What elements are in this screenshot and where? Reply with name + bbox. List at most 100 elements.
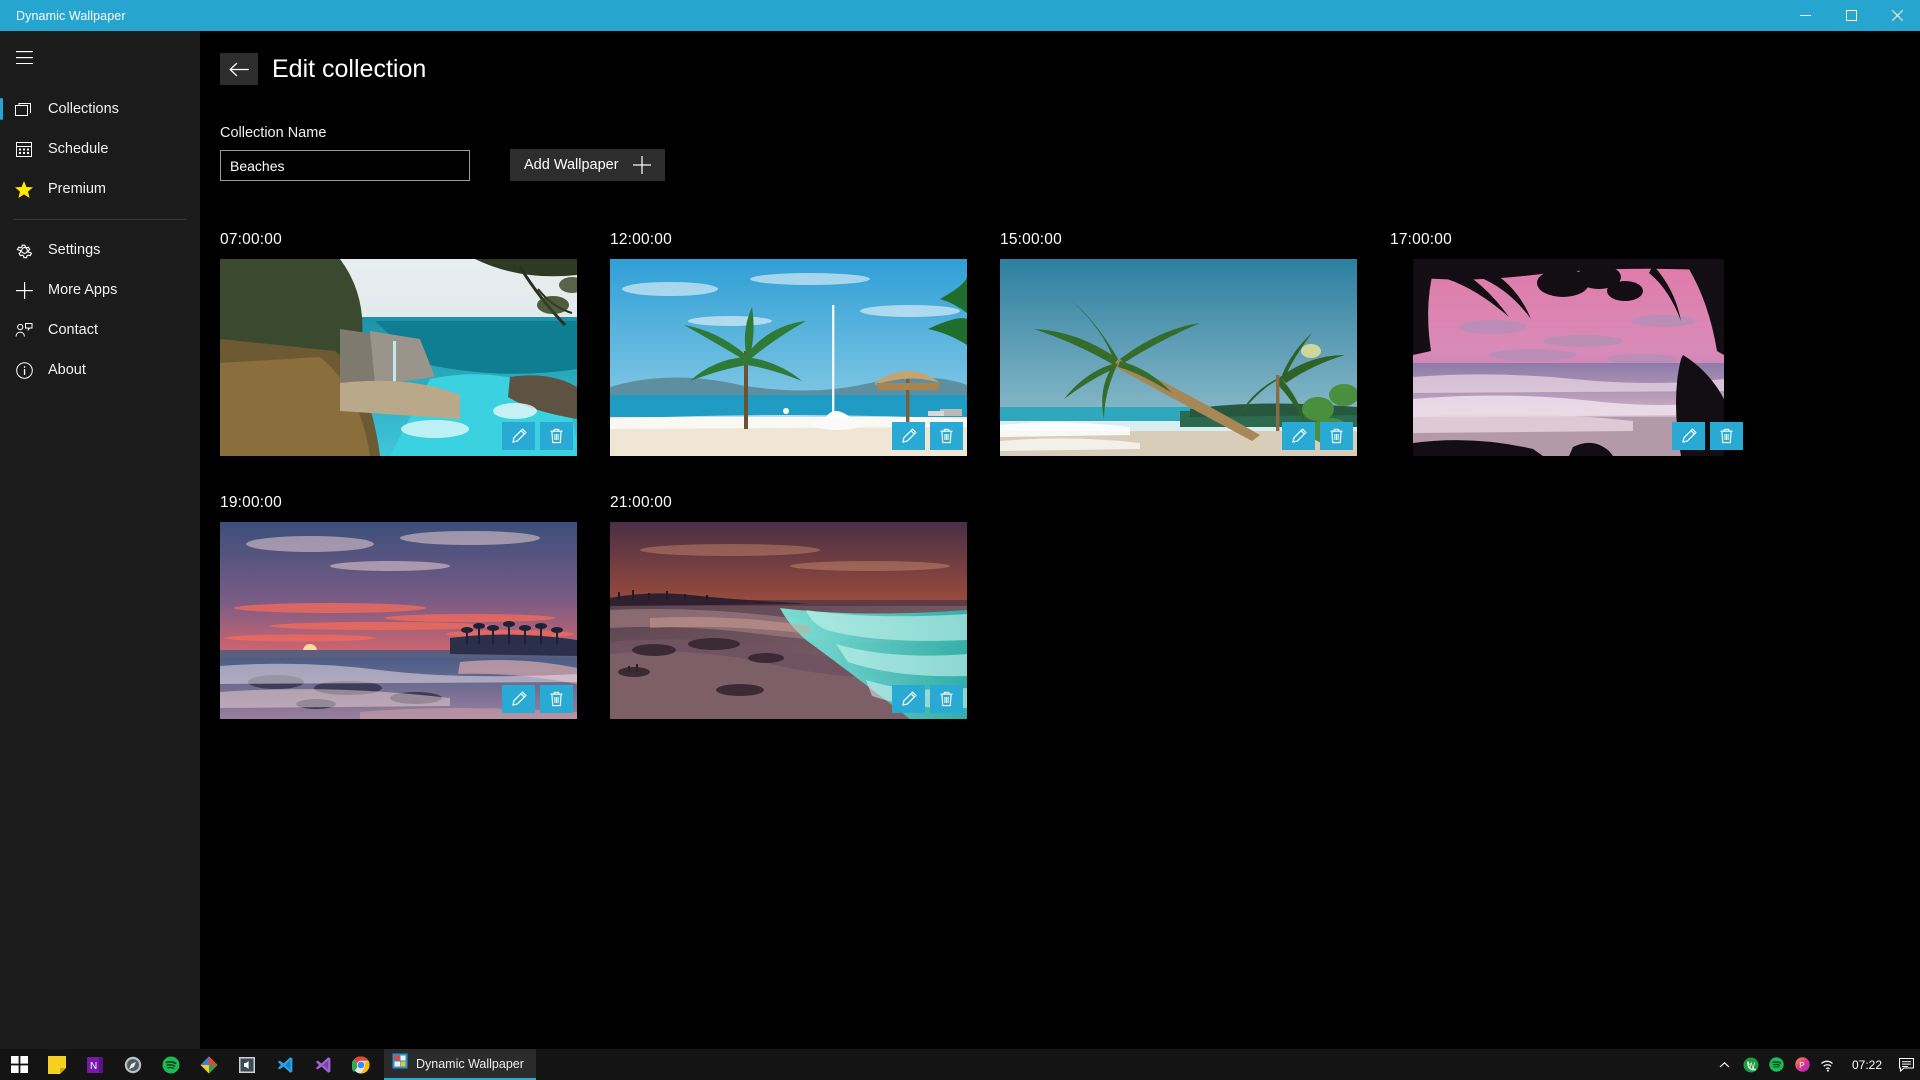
selection-indicator	[0, 98, 3, 120]
sidebar-item-label: Contact	[48, 322, 98, 338]
window-controls	[1782, 0, 1920, 31]
wallpaper-card[interactable]: 19:00:00	[220, 494, 610, 719]
sidebar-item-label: About	[48, 362, 86, 378]
pencil-icon[interactable]	[1672, 422, 1705, 450]
pencil-icon[interactable]	[892, 685, 925, 713]
wallpaper-thumbnail-wrap	[1000, 259, 1357, 456]
wallpaper-card-actions	[502, 422, 573, 450]
sidebar-item-label: Premium	[48, 181, 106, 197]
window-title: Dynamic Wallpaper	[16, 9, 126, 23]
trash-icon[interactable]	[540, 422, 573, 450]
sidebar: Collections Schedule Premium	[0, 31, 200, 1049]
onenote-icon[interactable]: N	[76, 1049, 114, 1080]
whatsapp-tray-icon[interactable]: W	[1738, 1049, 1764, 1080]
sidebar-divider	[14, 219, 186, 220]
system-tray: W P	[1712, 1049, 1920, 1080]
chrome-icon[interactable]	[342, 1049, 380, 1080]
chevron-up-icon[interactable]	[1712, 1049, 1738, 1080]
wallpaper-card[interactable]: 17:00:00	[1390, 231, 1780, 456]
info-icon	[0, 362, 48, 379]
pencil-icon[interactable]	[502, 422, 535, 450]
star-icon	[0, 181, 48, 198]
sidebar-item-more-apps[interactable]: More Apps	[0, 270, 200, 310]
wallpaper-time: 21:00:00	[610, 494, 1000, 512]
photos-tray-icon[interactable]: P	[1790, 1049, 1816, 1080]
wallpaper-card[interactable]: 07:00:00	[220, 231, 610, 456]
visual-studio-icon[interactable]	[304, 1049, 342, 1080]
page-header: Edit collection	[220, 53, 1920, 85]
spotify-tray-icon[interactable]	[1764, 1049, 1790, 1080]
sidebar-item-label: Collections	[48, 101, 119, 117]
sidebar-item-label: More Apps	[48, 282, 117, 298]
wallpaper-thumbnail-wrap	[610, 259, 967, 456]
main-content: Edit collection Collection Name Add Wall…	[200, 31, 1920, 1049]
sidebar-item-label: Settings	[48, 242, 100, 258]
pencil-icon[interactable]	[502, 685, 535, 713]
wallpaper-card-actions	[892, 685, 963, 713]
trash-icon[interactable]	[930, 422, 963, 450]
minimize-icon[interactable]	[1782, 0, 1828, 31]
wallpaper-card-actions	[892, 422, 963, 450]
wallpaper-time: 19:00:00	[220, 494, 610, 512]
trash-icon[interactable]	[1710, 422, 1743, 450]
wallpaper-card-actions	[502, 685, 573, 713]
windows-start-icon[interactable]	[0, 1049, 38, 1080]
window-titlebar: Dynamic Wallpaper	[0, 0, 1920, 31]
gear-icon	[0, 242, 48, 259]
trash-icon[interactable]	[1320, 422, 1353, 450]
sidebar-item-contact[interactable]: Contact	[0, 310, 200, 350]
taskbar-task-label: Dynamic Wallpaper	[416, 1057, 524, 1071]
wallpaper-time: 07:00:00	[220, 231, 610, 249]
add-wallpaper-button[interactable]: Add Wallpaper	[510, 149, 665, 181]
close-icon[interactable]	[1874, 0, 1920, 31]
wallpaper-thumbnail-wrap	[1390, 259, 1747, 456]
wifi-icon[interactable]	[1816, 1049, 1842, 1080]
trash-icon[interactable]	[930, 685, 963, 713]
svg-text:P: P	[1800, 1061, 1805, 1070]
plus-icon	[0, 282, 48, 299]
wallpaper-thumbnail-wrap	[610, 522, 967, 719]
wallpaper-time: 12:00:00	[610, 231, 1000, 249]
sidebar-item-label: Schedule	[48, 141, 108, 157]
wallpaper-grid: 07:00:00	[220, 231, 1880, 757]
taskbar: N	[0, 1049, 1920, 1080]
tray-clock[interactable]: 07:22	[1842, 1049, 1892, 1080]
sticky-notes-icon[interactable]	[38, 1049, 76, 1080]
taskbar-active-task[interactable]: Dynamic Wallpaper	[384, 1049, 536, 1080]
pencil-icon[interactable]	[1282, 422, 1315, 450]
add-wallpaper-label: Add Wallpaper	[524, 157, 619, 173]
contact-icon	[0, 322, 48, 338]
sidebar-item-collections[interactable]: Collections	[0, 89, 200, 129]
sidebar-item-premium[interactable]: Premium	[0, 169, 200, 209]
titlebar-drag-area[interactable]	[126, 0, 1782, 31]
sidebar-item-settings[interactable]: Settings	[0, 230, 200, 270]
trash-icon[interactable]	[540, 685, 573, 713]
collection-name-label: Collection Name	[220, 125, 470, 141]
plus-icon	[633, 156, 651, 174]
speaker-app-icon[interactable]	[228, 1049, 266, 1080]
wallpaper-thumbnail-wrap	[220, 522, 577, 719]
vscode-icon[interactable]	[266, 1049, 304, 1080]
pencil-icon[interactable]	[892, 422, 925, 450]
back-arrow-icon[interactable]	[220, 53, 258, 85]
page-title: Edit collection	[272, 55, 426, 84]
wallpaper-card-actions	[1282, 422, 1353, 450]
compass-icon[interactable]	[114, 1049, 152, 1080]
hamburger-icon[interactable]	[0, 35, 48, 79]
calendar-icon	[0, 141, 48, 157]
wallpaper-card-actions	[1672, 422, 1743, 450]
spotify-icon[interactable]	[152, 1049, 190, 1080]
sidebar-item-schedule[interactable]: Schedule	[0, 129, 200, 169]
wallpaper-card[interactable]: 21:00:00	[610, 494, 1000, 719]
collection-name-input[interactable]	[220, 150, 470, 181]
collection-form: Collection Name Add Wallpaper	[220, 125, 1920, 181]
wallpaper-card[interactable]: 12:00:00	[610, 231, 1000, 456]
wallpaper-time: 17:00:00	[1390, 231, 1780, 249]
action-center-icon[interactable]	[1892, 1049, 1920, 1080]
maximize-icon[interactable]	[1828, 0, 1874, 31]
sidebar-item-about[interactable]: About	[0, 350, 200, 390]
wallpaper-card[interactable]: 15:00:00	[1000, 231, 1390, 456]
colorful-diamond-icon[interactable]	[190, 1049, 228, 1080]
collection-name-field-group: Collection Name	[220, 125, 470, 181]
collections-icon	[0, 102, 48, 117]
